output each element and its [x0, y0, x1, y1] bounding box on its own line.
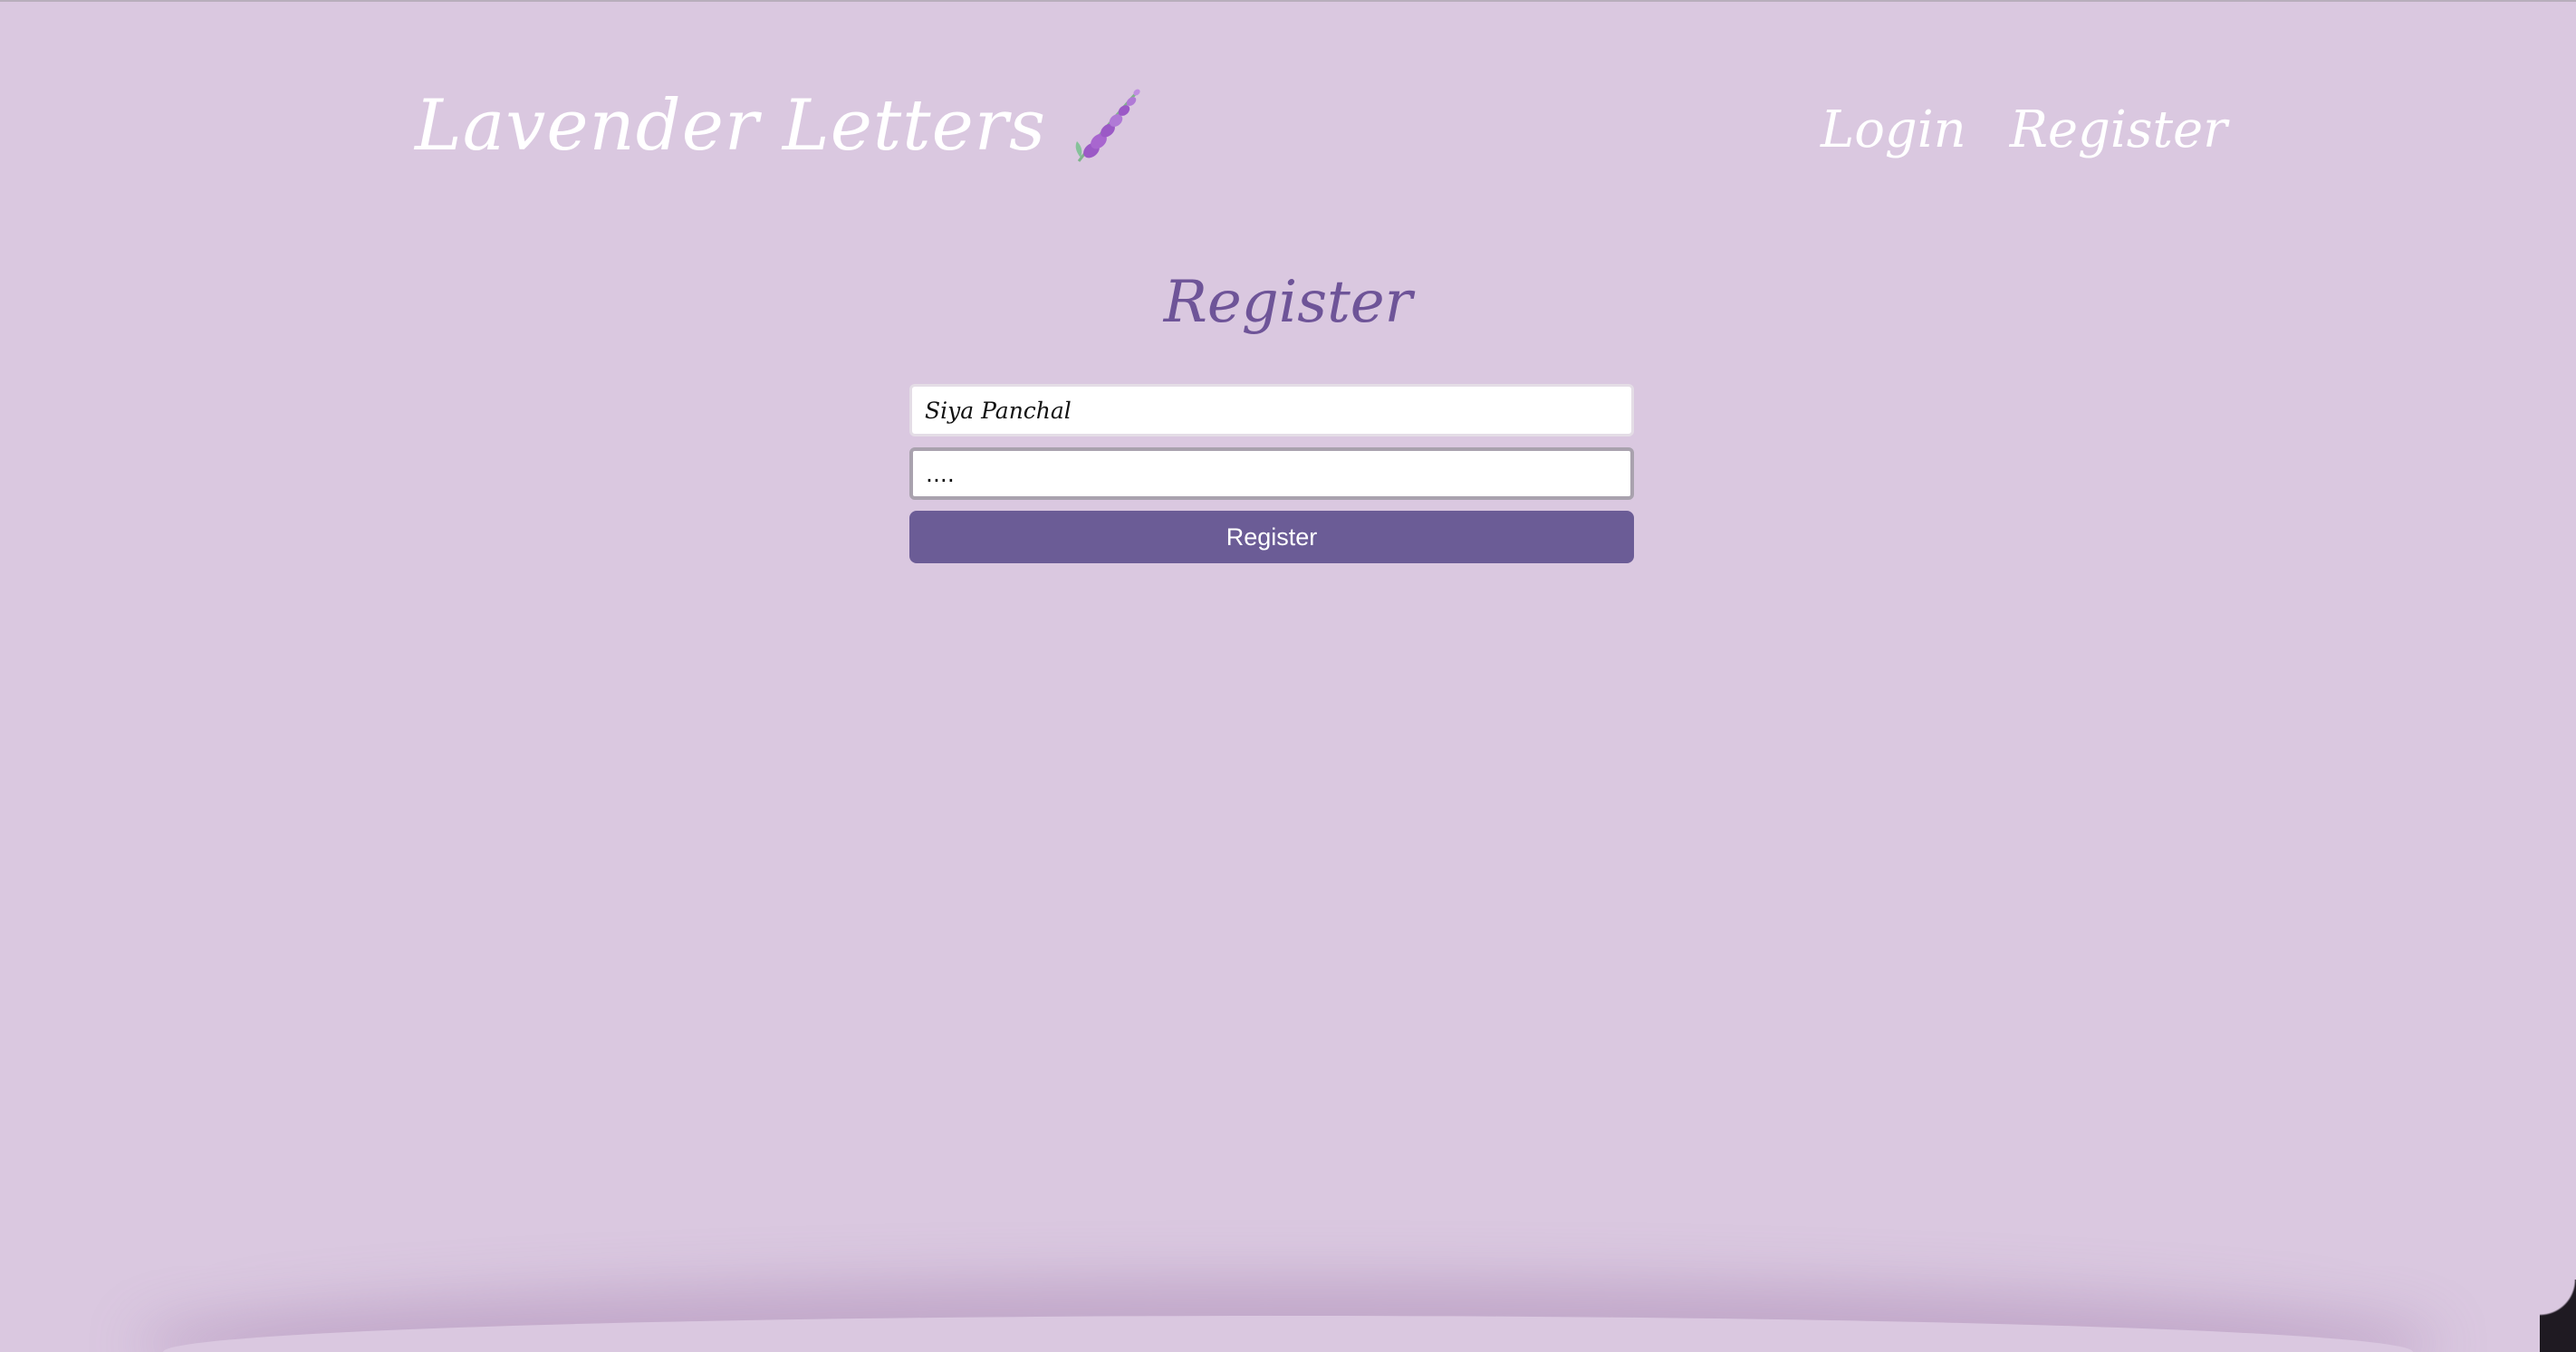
form-title: Register [1163, 269, 1413, 336]
nav-login-link[interactable]: Login [1821, 105, 1966, 156]
page: Lavender Letters Login Register Register… [0, 0, 2576, 1352]
top-nav: Login Register [1821, 105, 2227, 156]
bottom-shadow [163, 1316, 2413, 1352]
password-input[interactable] [909, 447, 1634, 500]
register-form: Register [909, 384, 1634, 563]
brand[interactable]: Lavender Letters [415, 85, 1149, 167]
username-input[interactable] [909, 384, 1634, 436]
window-corner [2540, 1280, 2576, 1352]
brand-title[interactable]: Lavender Letters [415, 91, 1046, 161]
lavender-sprig-icon [1075, 89, 1140, 162]
register-button[interactable]: Register [909, 511, 1634, 563]
nav-register-link[interactable]: Register [2010, 105, 2227, 156]
